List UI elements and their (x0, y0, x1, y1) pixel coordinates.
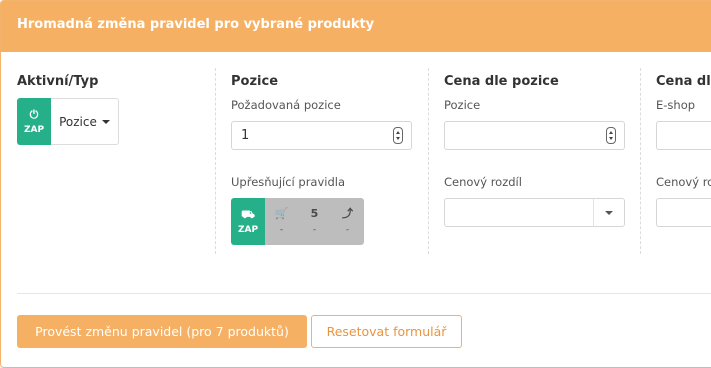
rule-cart-label: - (279, 225, 284, 235)
rule-count-label: - (312, 225, 317, 235)
rule-toggle-cart[interactable]: 🛒 - (265, 198, 298, 245)
select-toggle[interactable] (593, 199, 624, 226)
type-dropdown-value: Pozice (59, 114, 97, 129)
eshop-diff-select[interactable] (656, 198, 711, 227)
desired-position-label: Požadovaná pozice (231, 98, 341, 112)
price-by-eshop-title: Cena dle (656, 74, 711, 89)
position-title: Pozice (231, 74, 279, 89)
desired-position-value: 1 (241, 128, 250, 143)
rule-toggle-delivery[interactable]: ⛟ ZAP (231, 198, 265, 245)
price-by-position-title: Cena dle pozice (444, 74, 559, 89)
eshop-label: E-shop (656, 98, 696, 112)
apply-changes-button[interactable]: Provést změnu pravidel (pro 7 produktů) (17, 315, 307, 348)
number-spinner-icon[interactable] (393, 127, 403, 144)
caret-down-icon (605, 210, 613, 215)
eshop-diff-label: Cenový ro (656, 175, 711, 189)
number-spinner-icon[interactable] (606, 127, 616, 144)
truck-icon: ⛟ (241, 207, 255, 221)
price-diff-label: Cenový rozdíl (444, 175, 522, 189)
price-diff-select[interactable] (444, 198, 625, 227)
refining-rules-group: ⛟ ZAP 🛒 - 5 - ⤴ - (231, 198, 364, 245)
modal-title: Hromadná změna pravidel pro vybrané prod… (17, 17, 375, 32)
caret-down-icon (101, 119, 110, 124)
footer-divider (17, 293, 711, 294)
power-icon: ⏻ (29, 107, 39, 121)
reset-form-button[interactable]: Resetovat formulář (311, 315, 462, 348)
refining-rules-label: Upřesňující pravidla (231, 175, 346, 189)
eshop-select[interactable] (656, 121, 711, 150)
price-position-input[interactable] (444, 121, 625, 150)
bulk-rule-change-modal: Hromadná změna pravidel pro vybrané prod… (0, 0, 711, 368)
desired-position-input[interactable]: 1 (231, 121, 412, 150)
column-divider (215, 68, 216, 254)
rule-rank-label: - (345, 225, 350, 235)
active-type-title: Aktivní/Typ (17, 74, 99, 89)
rule-toggle-rank[interactable]: ⤴ - (331, 198, 364, 245)
active-toggle[interactable]: ⏻ ZAP (17, 98, 51, 145)
active-toggle-label: ZAP (23, 124, 45, 135)
price-position-label: Pozice (444, 98, 481, 112)
rule-toggle-count[interactable]: 5 - (298, 198, 331, 245)
arrow-up-icon: ⤴ (342, 207, 353, 220)
cart-icon: 🛒 (274, 207, 289, 220)
type-dropdown[interactable]: Pozice (51, 98, 119, 145)
column-divider (428, 68, 429, 254)
count-number: 5 (310, 207, 319, 220)
rule-delivery-label: ZAP (237, 224, 259, 235)
column-divider (640, 68, 641, 254)
modal-header: Hromadná změna pravidel pro vybrané prod… (1, 1, 711, 52)
